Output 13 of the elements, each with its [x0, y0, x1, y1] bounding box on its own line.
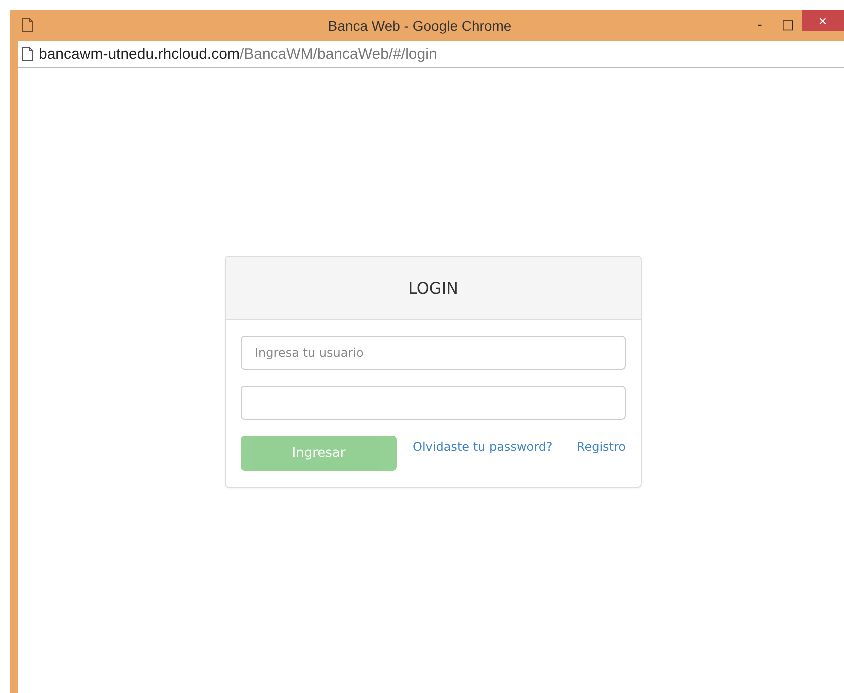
maximize-button[interactable]: □	[774, 16, 802, 36]
login-title: LOGIN	[408, 278, 459, 298]
url-path[interactable]: /BancaWM/bancaWeb/#/login	[240, 46, 438, 62]
close-button[interactable]: ×	[802, 10, 844, 31]
page-icon	[22, 46, 34, 62]
url-host[interactable]: bancawm-utnedu.rhcloud.com	[39, 46, 240, 62]
window-title: Banca Web - Google Chrome	[328, 18, 512, 34]
minimize-button[interactable]: -	[746, 16, 774, 36]
register-link[interactable]: Registro	[576, 440, 626, 454]
page-icon	[22, 18, 34, 33]
username-field[interactable]: Ingresa tu usuario	[241, 336, 626, 370]
forgot-password-link[interactable]: Olvidaste tu password?	[413, 440, 553, 454]
password-field[interactable]	[241, 386, 626, 420]
